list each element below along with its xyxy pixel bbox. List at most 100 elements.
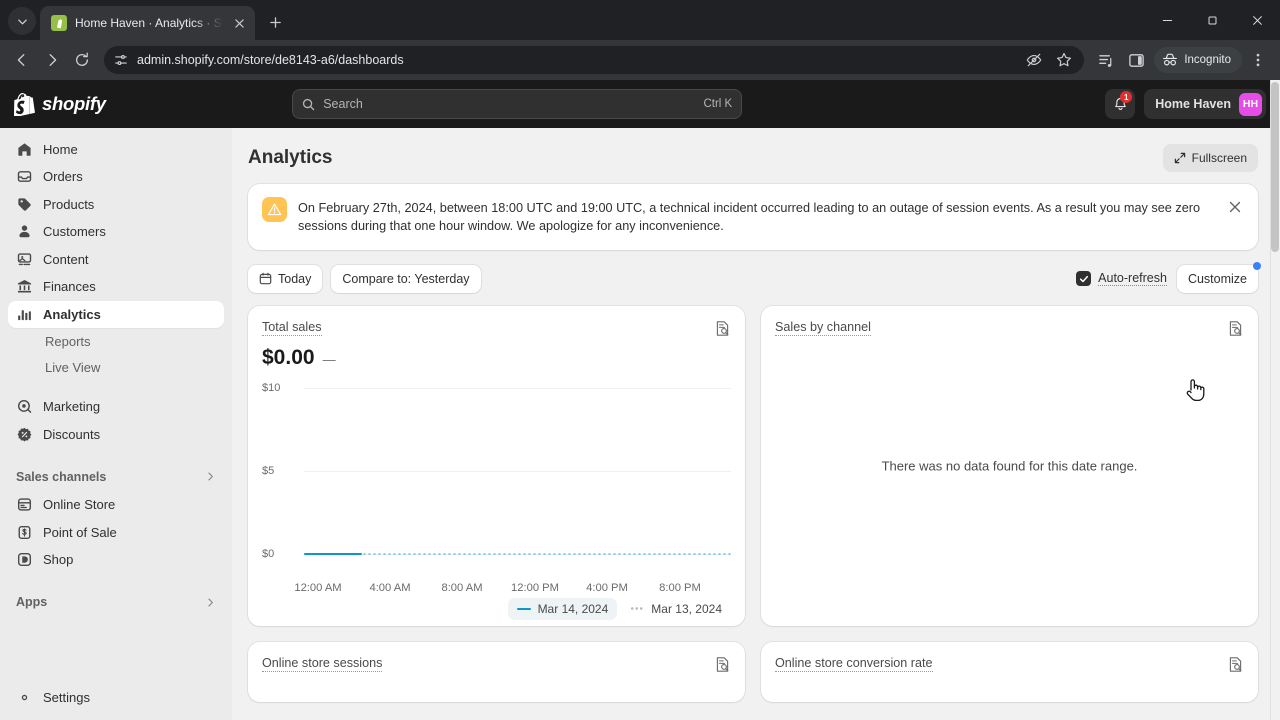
side-panel-icon[interactable] xyxy=(1122,46,1150,74)
shopify-logo[interactable]: shopify xyxy=(14,92,106,116)
sidebar-item-orders[interactable]: Orders xyxy=(8,164,224,191)
incognito-label: Incognito xyxy=(1184,54,1231,66)
card-title[interactable]: Online store conversion rate xyxy=(775,656,933,672)
address-bar-url: admin.shopify.com/store/de8143-a6/dashbo… xyxy=(137,53,404,67)
home-icon xyxy=(16,141,33,158)
sidebar-item-online-store[interactable]: Online Store xyxy=(8,492,224,519)
bookmark-star-icon[interactable] xyxy=(1050,46,1078,74)
gridline xyxy=(304,387,731,389)
sidebar-item-discounts[interactable]: Discounts xyxy=(8,421,224,448)
card-header: Online store sessions xyxy=(262,656,731,674)
page-scrollbar[interactable] xyxy=(1270,80,1280,720)
scrollbar-thumb[interactable] xyxy=(1271,82,1279,252)
fullscreen-icon xyxy=(1174,152,1186,164)
view-report-icon[interactable] xyxy=(1226,320,1244,338)
banner-message: On February 27th, 2024, between 18:00 UT… xyxy=(298,201,1201,234)
window-controls xyxy=(1145,0,1280,40)
store-menu-button[interactable]: Home Haven HH xyxy=(1144,89,1266,119)
sidebar-item-finances[interactable]: Finances xyxy=(8,274,224,301)
sidebar-item-label: Online Store xyxy=(43,497,116,513)
card-title[interactable]: Total sales xyxy=(262,320,322,336)
sidebar-item-label: Content xyxy=(43,251,89,267)
notifications-button[interactable]: 1 xyxy=(1105,89,1136,119)
new-tab-button[interactable] xyxy=(261,8,289,36)
shopify-bag-icon xyxy=(51,15,67,31)
content-image-icon xyxy=(16,251,33,268)
compare-label: Compare to: Yesterday xyxy=(342,271,470,286)
sidebar-item-analytics[interactable]: Analytics xyxy=(8,301,224,328)
legend-item-comparison[interactable]: Mar 13, 2024 xyxy=(621,598,731,620)
sidebar-item-shop[interactable]: Shop xyxy=(8,547,224,574)
card-title[interactable]: Sales by channel xyxy=(775,320,871,336)
card-header: Total sales xyxy=(262,320,731,338)
compare-button[interactable]: Compare to: Yesterday xyxy=(331,264,481,293)
date-range-button[interactable]: Today xyxy=(248,264,323,293)
close-icon[interactable] xyxy=(231,15,247,31)
card-header: Sales by channel xyxy=(775,320,1244,338)
incognito-icon xyxy=(1162,52,1178,68)
sidebar-item-products[interactable]: Products xyxy=(8,191,224,218)
sidebar-item-label: Finances xyxy=(43,279,96,295)
filter-bar-right: Auto-refresh Customize xyxy=(1076,261,1261,293)
chrome-menu-icon[interactable] xyxy=(1244,46,1272,74)
auto-refresh-toggle[interactable]: Auto-refresh xyxy=(1076,271,1167,287)
sidebar-item-label: Shop xyxy=(43,552,74,568)
cards-row-top: Total sales $0.00 — $10 $5 $0 12:00 AM 4… xyxy=(248,305,1258,626)
omnibox-actions xyxy=(1020,46,1078,74)
reload-icon[interactable] xyxy=(68,46,96,74)
address-bar[interactable]: admin.shopify.com/store/de8143-a6/dashbo… xyxy=(104,46,1085,74)
view-report-icon[interactable] xyxy=(713,320,731,338)
forward-icon[interactable] xyxy=(38,46,66,74)
minimize-button[interactable] xyxy=(1145,0,1190,40)
search-input[interactable]: Search Ctrl K xyxy=(292,89,743,119)
checkbox-checked-icon[interactable] xyxy=(1076,271,1092,287)
x-tick-label: 8:00 PM xyxy=(659,581,701,594)
customize-button[interactable]: Customize xyxy=(1176,264,1258,293)
chart-legend: Mar 14, 2024 Mar 13, 2024 xyxy=(262,597,731,620)
view-report-icon[interactable] xyxy=(1226,656,1244,674)
empty-state-message: There was no data found for this date ra… xyxy=(881,458,1138,474)
sidebar-item-content[interactable]: Content xyxy=(8,246,224,273)
sidebar: Home Orders Products Customers Content F… xyxy=(0,128,232,720)
sidebar-item-customers[interactable]: Customers xyxy=(8,219,224,246)
tracking-protection-icon[interactable] xyxy=(1020,46,1048,74)
close-window-button[interactable] xyxy=(1235,0,1280,40)
fullscreen-button[interactable]: Fullscreen xyxy=(1162,144,1258,172)
incognito-indicator[interactable]: Incognito xyxy=(1154,47,1242,73)
legend-item-current[interactable]: Mar 14, 2024 xyxy=(507,597,618,620)
sidebar-section-label: Apps xyxy=(16,595,48,609)
shopify-topbar: shopify Search Ctrl K 1 Home Haven HH xyxy=(0,80,1280,128)
sidebar-item-home[interactable]: Home xyxy=(8,136,224,163)
sidebar-item-settings[interactable]: Settings xyxy=(8,678,224,716)
sidebar-section-apps[interactable]: Apps xyxy=(8,587,224,617)
series-line-mar-13 xyxy=(362,552,731,556)
sidebar-item-marketing[interactable]: Marketing xyxy=(8,394,224,421)
sidebar-item-live-view[interactable]: Live View xyxy=(8,355,224,381)
back-icon[interactable] xyxy=(8,46,36,74)
topbar-actions: 1 Home Haven HH xyxy=(1105,89,1266,119)
reading-list-icon[interactable] xyxy=(1092,46,1120,74)
card-title[interactable]: Online store sessions xyxy=(262,656,383,672)
view-report-icon[interactable] xyxy=(713,656,731,674)
shopify-body: Home Orders Products Customers Content F… xyxy=(0,128,1280,720)
maximize-button[interactable] xyxy=(1190,0,1235,40)
browser-tab[interactable]: Home Haven · Analytics · Shopi xyxy=(40,6,255,40)
sidebar-item-label: Point of Sale xyxy=(43,524,117,540)
sidebar-item-label: Home xyxy=(43,141,78,157)
sidebar-item-reports[interactable]: Reports xyxy=(8,329,224,355)
card-online-store-conversion-rate: Online store conversion rate xyxy=(761,641,1258,702)
y-tick-label: $5 xyxy=(262,464,275,477)
sidebar-item-point-of-sale[interactable]: Point of Sale xyxy=(8,519,224,546)
calendar-icon xyxy=(259,272,272,285)
card-total-sales: Total sales $0.00 — $10 $5 $0 12:00 AM 4… xyxy=(248,305,745,626)
card-sales-by-channel: Sales by channel There was no data found… xyxy=(761,305,1258,626)
legend-label: Mar 13, 2024 xyxy=(651,601,722,616)
bank-icon xyxy=(16,278,33,295)
date-range-label: Today xyxy=(278,271,312,286)
site-settings-icon[interactable] xyxy=(114,53,128,67)
tab-search-button[interactable] xyxy=(8,7,36,35)
banner-close-icon[interactable] xyxy=(1226,197,1244,215)
sidebar-section-sales-channels[interactable]: Sales channels xyxy=(8,462,224,492)
